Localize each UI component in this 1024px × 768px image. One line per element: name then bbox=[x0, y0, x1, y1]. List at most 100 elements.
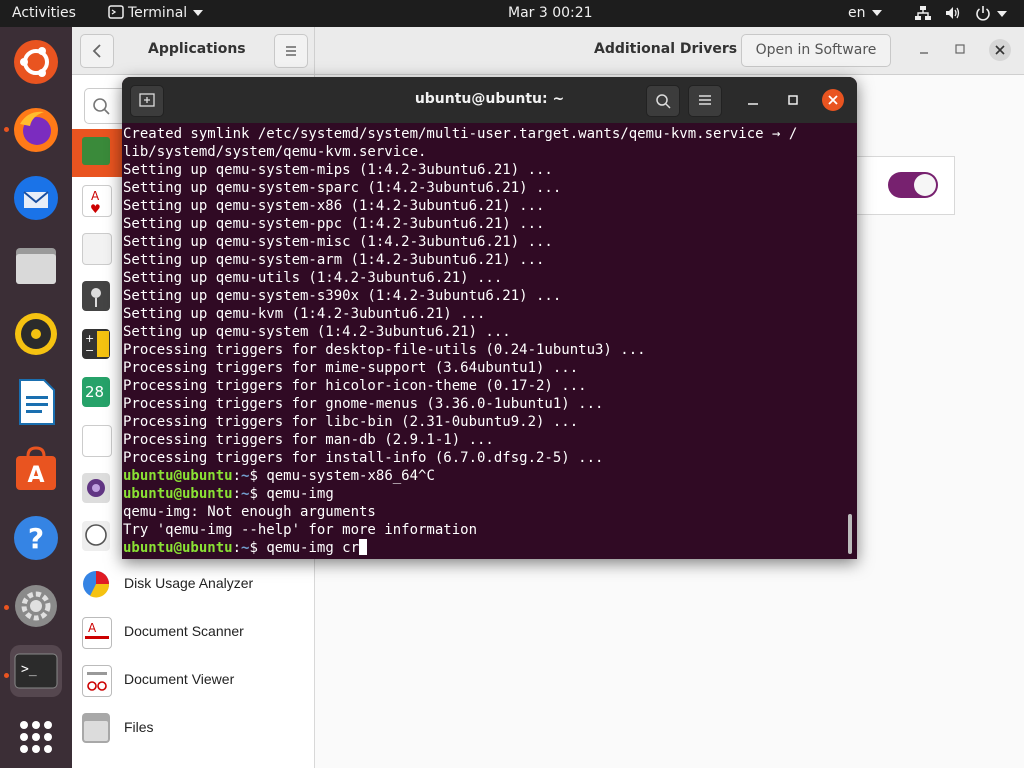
output-line: Processing triggers for man-db (2.9.1-1)… bbox=[123, 432, 494, 448]
command-text: qemu-img bbox=[266, 486, 334, 502]
svg-text:♥: ♥ bbox=[90, 202, 101, 216]
output-line: Setting up qemu-system (1:4.2-3ubuntu6.2… bbox=[123, 324, 511, 340]
calendar-icon: 28 bbox=[82, 377, 110, 407]
files-icon bbox=[82, 713, 110, 743]
list-item[interactable]: Document Viewer bbox=[72, 657, 314, 705]
terminal-header: ubuntu@ubuntu: ~ bbox=[122, 77, 857, 123]
hamburger-icon bbox=[699, 95, 711, 105]
chevron-down-icon bbox=[871, 10, 882, 16]
dock-thunderbird-icon[interactable] bbox=[10, 172, 62, 224]
list-item[interactable]: Disk Usage Analyzer bbox=[72, 561, 314, 609]
minimize-icon bbox=[748, 103, 758, 105]
prompt-user: ubuntu@ubuntu bbox=[123, 540, 233, 556]
maximize-icon bbox=[788, 95, 798, 105]
terminal-window: ubuntu@ubuntu: ~ Created symlink /etc/sy… bbox=[122, 77, 857, 559]
output-line: lib/systemd/system/qemu-kvm.service. bbox=[123, 144, 427, 160]
driver-toggle[interactable] bbox=[888, 172, 938, 198]
svg-text:−: − bbox=[85, 344, 94, 357]
sidebar-menu-button[interactable] bbox=[274, 34, 308, 68]
output-line: Setting up qemu-system-misc (1:4.2-3ubun… bbox=[123, 234, 553, 250]
output-line: Setting up qemu-system-ppc (1:4.2-3ubunt… bbox=[123, 216, 545, 232]
power-icon bbox=[976, 6, 990, 21]
output-line: Processing triggers for libc-bin (2.31-0… bbox=[123, 414, 579, 430]
prompt-user: ubuntu@ubuntu bbox=[123, 486, 233, 502]
prompt-separator: : bbox=[232, 486, 242, 502]
archive-icon bbox=[82, 233, 112, 265]
terminal-output[interactable]: Created symlink /etc/systemd/system/mult… bbox=[123, 125, 848, 559]
svg-text:A: A bbox=[88, 621, 97, 635]
app-menu[interactable]: Terminal bbox=[108, 5, 204, 21]
back-button[interactable] bbox=[80, 34, 114, 68]
hamburger-icon bbox=[286, 46, 296, 56]
maximize-icon bbox=[955, 44, 965, 54]
terminal-maximize-button[interactable] bbox=[782, 89, 804, 111]
document-viewer-icon bbox=[82, 665, 112, 697]
open-in-software-button[interactable]: Open in Software bbox=[741, 34, 891, 67]
maximize-button[interactable] bbox=[950, 39, 970, 59]
chevron-left-icon bbox=[92, 44, 101, 58]
clock[interactable]: Mar 3 00:21 bbox=[508, 5, 593, 21]
system-menu[interactable] bbox=[914, 5, 1007, 22]
dock-firefox-icon[interactable] bbox=[10, 104, 62, 156]
dock-help-icon[interactable]: ? bbox=[10, 512, 62, 564]
output-line: Created symlink /etc/systemd/system/mult… bbox=[123, 126, 798, 142]
close-icon bbox=[828, 95, 838, 105]
cheese-icon bbox=[82, 473, 110, 503]
chevron-down-icon bbox=[193, 10, 204, 16]
language-menu[interactable]: en bbox=[848, 5, 882, 21]
terminal-scrollbar[interactable] bbox=[848, 514, 852, 554]
app-menu-label: Terminal bbox=[128, 5, 188, 21]
calendar-day: 28 bbox=[85, 383, 105, 401]
svg-text:>_: >_ bbox=[21, 662, 37, 677]
running-indicator bbox=[4, 605, 9, 610]
svg-text:A: A bbox=[27, 463, 44, 488]
output-line: Processing triggers for mime-support (3.… bbox=[123, 360, 579, 376]
list-item[interactable]: Files bbox=[72, 705, 314, 753]
text-cursor bbox=[359, 539, 368, 555]
terminal-menu-button[interactable] bbox=[688, 85, 722, 117]
output-line: Processing triggers for gnome-menus (3.3… bbox=[123, 396, 604, 412]
minimize-icon bbox=[920, 52, 928, 54]
search-icon bbox=[93, 98, 110, 115]
activities-button[interactable]: Activities bbox=[12, 5, 76, 21]
list-item[interactable]: A Document Scanner bbox=[72, 609, 314, 657]
minimize-button[interactable] bbox=[914, 39, 934, 59]
language-label: en bbox=[848, 5, 866, 21]
dock-settings-icon[interactable] bbox=[10, 580, 62, 632]
output-line: Setting up qemu-kvm (1:4.2-3ubuntu6.21) … bbox=[123, 306, 486, 322]
app-name: Document Viewer bbox=[124, 671, 235, 687]
terminal-minimize-button[interactable] bbox=[742, 89, 764, 111]
running-indicator bbox=[4, 673, 9, 678]
toggle-knob bbox=[914, 174, 936, 196]
prompt-line: ubuntu@ubuntu:~$ qemu-img bbox=[123, 485, 848, 503]
output-line: Setting up qemu-system-s390x (1:4.2-3ubu… bbox=[123, 288, 562, 304]
dock-ubuntu-store-icon[interactable]: A bbox=[10, 444, 62, 496]
show-applications-icon[interactable] bbox=[10, 711, 62, 763]
volume-icon bbox=[946, 7, 960, 19]
calculator-icon: + − bbox=[82, 329, 110, 359]
output-line: Setting up qemu-system-arm (1:4.2-3ubunt… bbox=[123, 252, 545, 268]
dock-rhythmbox-icon[interactable] bbox=[10, 308, 62, 360]
output-line: Processing triggers for install-info (6.… bbox=[123, 450, 604, 466]
search-field[interactable] bbox=[84, 88, 126, 124]
chip-icon bbox=[82, 137, 110, 165]
characters-icon bbox=[82, 425, 112, 457]
dock-terminal-icon[interactable]: >_ bbox=[10, 645, 62, 697]
app-name: Files bbox=[124, 719, 154, 735]
prompt-sign: $ bbox=[249, 540, 267, 556]
close-button[interactable] bbox=[989, 39, 1011, 61]
scanner-icon: A bbox=[82, 617, 112, 649]
app-name: Document Scanner bbox=[124, 623, 244, 639]
dock-files-icon[interactable] bbox=[10, 240, 62, 292]
dock-ubuntu-software-icon[interactable] bbox=[10, 36, 62, 88]
command-text: qemu-system-x86_64^C bbox=[266, 468, 435, 484]
cards-icon: A ♥ bbox=[82, 185, 112, 217]
prompt-sign: $ bbox=[249, 486, 267, 502]
dock-libreoffice-writer-icon[interactable] bbox=[10, 376, 62, 428]
command-input: qemu-img cr bbox=[266, 540, 360, 556]
camera-icon bbox=[82, 281, 110, 311]
terminal-search-button[interactable] bbox=[646, 85, 680, 117]
terminal-close-button[interactable] bbox=[822, 89, 844, 111]
divider bbox=[314, 27, 315, 74]
output-line: qemu-img: Not enough arguments bbox=[123, 504, 376, 520]
